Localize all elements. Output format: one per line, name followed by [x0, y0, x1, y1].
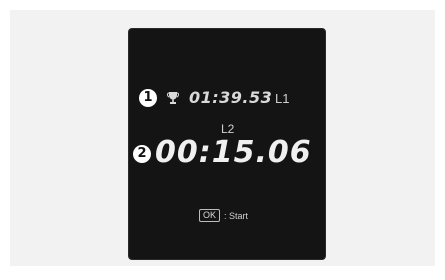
callout-marker-1: 1 [139, 89, 157, 107]
ok-button-icon[interactable]: OK [199, 209, 221, 222]
current-lap-label: L2 [221, 122, 235, 136]
best-lap-label: L1 [275, 91, 290, 106]
lap-timer-screen: 1 01:39.53 L1 L2 2 00:15.06 OK : Start [128, 28, 326, 260]
current-lap-time: 00:15.06 [155, 135, 312, 170]
callout-marker-2: 2 [133, 145, 151, 163]
start-hint-text: : Start [224, 210, 249, 221]
trophy-icon [167, 92, 179, 104]
best-lap-time: 01:39.53 [189, 88, 273, 107]
start-hint: OK : Start [199, 209, 248, 222]
